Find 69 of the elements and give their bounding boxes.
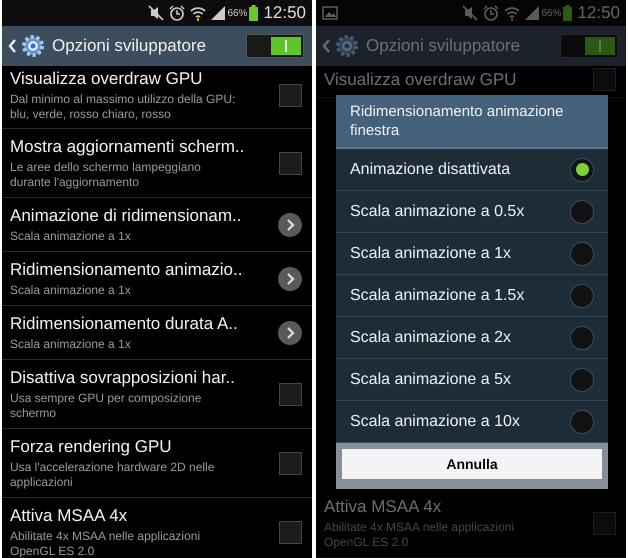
checkbox[interactable] [593,512,616,534]
wifi-icon [190,5,206,21]
back-icon [322,39,331,53]
radio-button[interactable] [570,326,594,350]
setting-description: Le aree dello schermo lampeggiano durante l'aggiornamento [10,160,202,190]
gear-icon [20,33,46,59]
setting-title: Ridimensionamento animazio.. [10,259,244,281]
radio-button[interactable] [570,242,594,266]
battery-icon [563,5,572,21]
setting-description: Scala animazione a 1x [10,337,132,352]
setting-title: Ridimensionamento durata A.. [10,313,239,335]
master-toggle[interactable] [246,34,304,58]
setting-title: Visualizza overdraw GPU [324,68,518,90]
radio-button[interactable] [570,368,594,392]
alarm-icon [483,5,500,21]
screen-title: Opzioni sviluppatore [52,35,208,58]
mute-icon [148,5,164,21]
radio-button[interactable] [570,158,594,182]
checkbox[interactable] [279,452,302,474]
cancel-button[interactable]: Annulla [342,449,602,479]
setting-title: Mostra aggiornamenti scherm.. [10,136,246,158]
master-toggle[interactable] [560,34,618,58]
signal-icon [211,6,226,20]
radio-option[interactable]: Scala animazione a 1.5x [336,275,608,317]
radio-option[interactable]: Scala animazione a 2x [336,317,608,359]
radio-button[interactable] [570,410,594,434]
gear-icon [334,33,360,59]
chevron-circle-icon [278,212,302,236]
image-icon [322,6,338,20]
setting-title: Disattiva sovrapposizioni har.. [10,367,236,389]
signal-icon [525,6,540,20]
dialog-title: Ridimensionamento animazione finestra [336,95,608,149]
checkbox[interactable] [279,382,302,406]
mute-icon [462,5,478,21]
alarm-icon [169,5,186,21]
setting-title: Forza rendering GPU [10,436,173,458]
back-button[interactable] [8,33,46,59]
checkbox[interactable] [279,520,302,544]
battery-percentage: 66% [541,6,562,20]
setting-title: Attiva MSAA 4x [324,496,442,518]
setting-description: Usa l'accelerazione hardware 2D nelle applicazioni [10,460,216,490]
radio-option[interactable]: Scala animazione a 0.5x [336,191,608,233]
setting-title: Attiva MSAA 4x [10,505,128,527]
radio-option[interactable]: Animazione disattivata [336,149,608,191]
radio-option[interactable]: Scala animazione a 5x [336,359,608,401]
setting-description: Abilitate 4x MSAA nelle applicazioni OpenGL ES 2.0 [10,529,202,558]
setting-description: Scala animazione a 1x [10,229,132,244]
setting-title: Visualizza overdraw GPU [10,68,204,90]
checkbox[interactable] [279,152,302,174]
wifi-icon [504,5,520,21]
checkbox[interactable] [593,68,616,91]
setting-description: Scala animazione a 1x [10,283,132,298]
setting-title: Animazione di ridimensionam.. [10,205,242,227]
chevron-circle-icon [278,266,302,290]
back-button[interactable] [322,33,360,59]
screen-title: Opzioni sviluppatore [366,35,522,58]
checkbox[interactable] [279,84,302,106]
setting-description: Dal minimo al massimo utilizzo della GPU: blu, verde, rosso chiaro, rosso [10,92,236,122]
back-icon [8,39,17,53]
radio-option[interactable]: Scala animazione a 1x [336,233,608,275]
setting-description: Abilitate 4x MSAA nelle applicazioni OpenGL ES 2.0 [324,520,516,550]
clock: 12:50 [263,2,306,24]
setting-description: Usa sempre GPU per composizione schermo [10,391,202,421]
radio-button[interactable] [570,284,594,308]
chevron-circle-icon [278,320,302,344]
battery-icon [249,5,258,21]
clock: 12:50 [577,2,620,24]
radio-button[interactable] [570,200,594,224]
battery-percentage: 66% [227,6,248,20]
